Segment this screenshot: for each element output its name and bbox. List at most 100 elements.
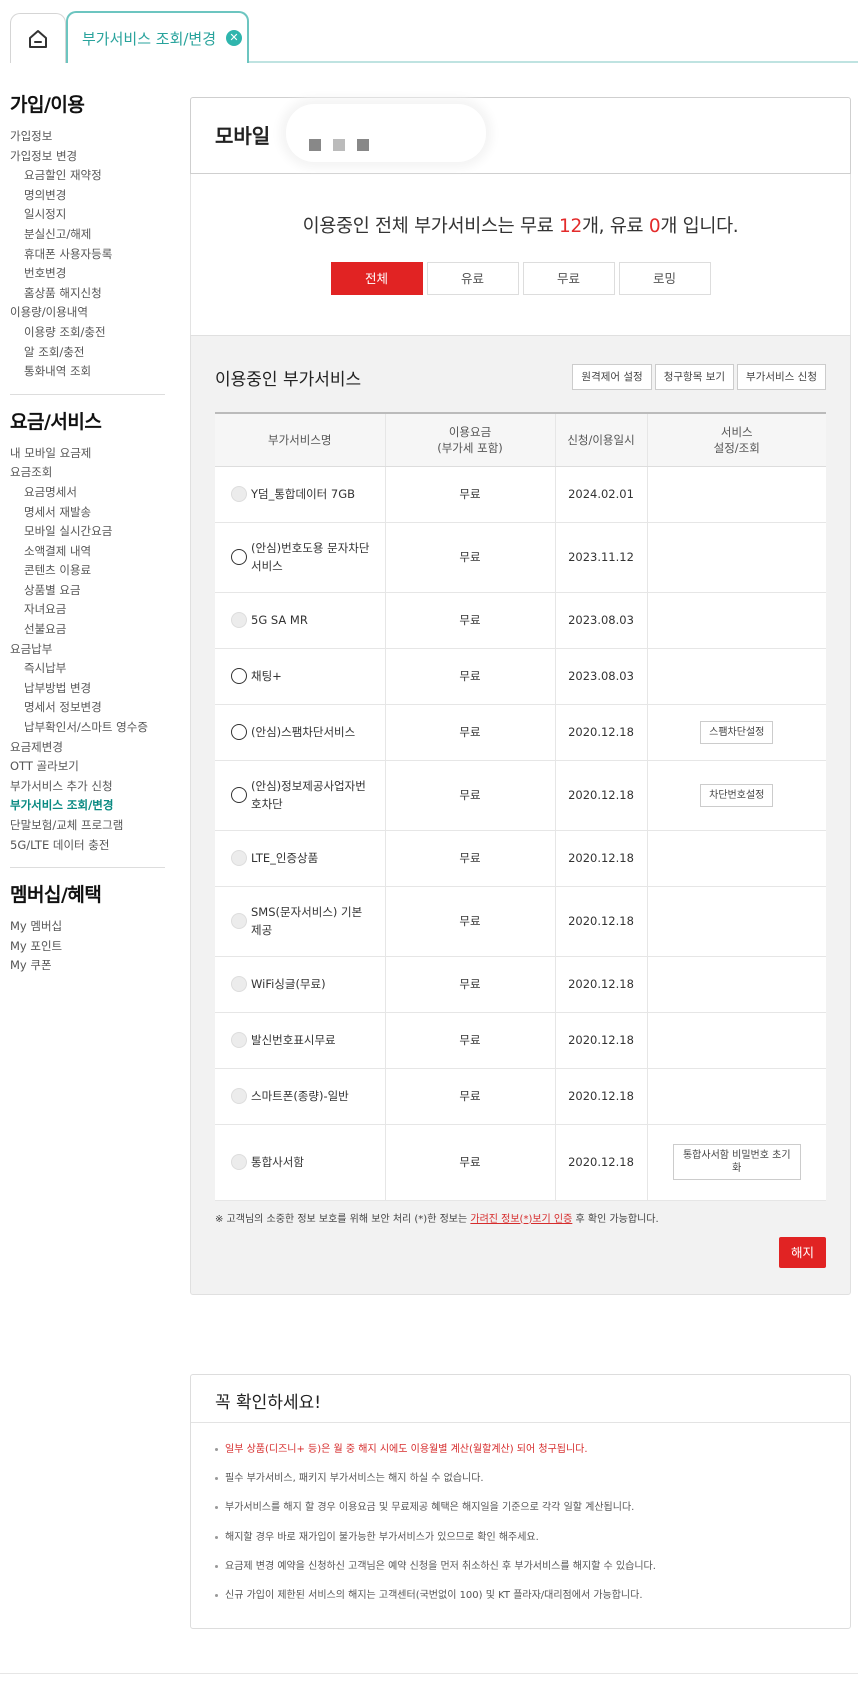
sidebar-item[interactable]: 부가서비스 조회/변경: [10, 796, 165, 816]
sidebar-item[interactable]: 납부방법 변경: [10, 679, 165, 699]
sidebar-item[interactable]: 납부확인서/스마트 영수증: [10, 718, 165, 738]
service-date: 2020.12.18: [555, 1012, 648, 1069]
service-action-cell: [647, 1012, 826, 1069]
notice-item: 요금제 변경 예약을 신청하신 고객님은 예약 신청을 먼저 취소하신 후 부가…: [215, 1560, 826, 1589]
sidebar-item[interactable]: 요금명세서: [10, 483, 165, 503]
column-header: 서비스 설정/조회: [647, 413, 826, 467]
sidebar-item[interactable]: My 쿠폰: [10, 956, 165, 976]
service-radio[interactable]: [231, 724, 247, 740]
service-fee: 무료: [385, 830, 556, 887]
sidebar-item[interactable]: 요금납부: [10, 640, 165, 660]
sidebar-item[interactable]: 요금조회: [10, 463, 165, 483]
sidebar-item[interactable]: 번호변경: [10, 264, 165, 284]
table-row: 통합사서함 무료 2020.12.18 통합사서함 비밀번호 초기화: [215, 1124, 826, 1201]
sidebar-item[interactable]: 소액결제 내역: [10, 542, 165, 562]
list-action-button[interactable]: 청구항목 보기: [654, 364, 735, 390]
sidebar-item[interactable]: 가입정보: [10, 127, 165, 147]
filter-tab[interactable]: 유료: [426, 262, 519, 295]
service-name-cell: 스마트폰(종량)-일반: [215, 1068, 386, 1125]
service-setting-button[interactable]: 스팸차단설정: [700, 720, 774, 744]
sidebar-item[interactable]: 명세서 재발송: [10, 503, 165, 523]
service-name: SMS(문자서비스) 기본제공: [251, 905, 363, 937]
list-action-button[interactable]: 원격제어 설정: [572, 364, 652, 390]
table-row: 5G SA MR 무료 2023.08.03: [215, 592, 826, 649]
close-icon[interactable]: ✕: [226, 30, 243, 46]
service-name-cell: 발신번호표시무료: [215, 1012, 386, 1069]
service-radio: [231, 1154, 247, 1170]
service-date: 2020.12.18: [555, 956, 648, 1013]
sidebar-item[interactable]: 통화내역 조회: [10, 362, 165, 382]
list-action-button[interactable]: 부가서비스 신청: [737, 364, 826, 390]
tab-service-lookup[interactable]: 부가서비스 조회/변경 ✕: [66, 11, 249, 63]
service-radio[interactable]: [231, 549, 247, 565]
sidebar-item[interactable]: 휴대폰 사용자등록: [10, 245, 165, 265]
sidebar-section-title: 요금/서비스: [10, 410, 102, 433]
service-radio: [231, 976, 247, 992]
masked-info-auth-link[interactable]: 가려진 정보(*)보기 인증: [470, 1214, 572, 1225]
service-radio[interactable]: [231, 668, 247, 684]
sidebar-item[interactable]: 즉시납부: [10, 659, 165, 679]
service-setting-button[interactable]: 통합사서함 비밀번호 초기화: [672, 1144, 801, 1180]
sidebar-item[interactable]: 분실신고/해제: [10, 225, 165, 245]
service-radio[interactable]: [231, 787, 247, 803]
cancel-wrap: 해지: [215, 1236, 826, 1268]
table-row: 스마트폰(종량)-일반 무료 2020.12.18: [215, 1068, 826, 1125]
table-body: Y덤_통합데이터 7GB 무료 2024.02.01 (안심)번호도용 문자차단서비스…: [215, 466, 826, 1201]
sidebar-item[interactable]: 내 모바일 요금제: [10, 444, 165, 464]
service-name-cell: Y덤_통합데이터 7GB: [215, 466, 386, 523]
sidebar-item[interactable]: 명의변경: [10, 186, 165, 206]
sidebar-section-title: 멤버십/혜택: [10, 884, 102, 907]
filter-tab[interactable]: 전체: [330, 262, 423, 295]
sidebar-item[interactable]: 일시정지: [10, 205, 165, 225]
filter-tabs: 전체 유료 무료 로밍: [191, 262, 850, 295]
home-tab[interactable]: [10, 13, 66, 63]
service-name-cell: 채팅+: [215, 648, 386, 705]
sidebar-item[interactable]: 선불요금: [10, 620, 165, 640]
sidebar-item[interactable]: 모바일 실시간요금: [10, 522, 165, 542]
service-name-cell: LTE_인증상품: [215, 830, 386, 887]
sidebar-divider: [10, 393, 165, 395]
cancel-service-button[interactable]: 해지: [779, 1236, 826, 1268]
sidebar-item[interactable]: 콘텐츠 이용료: [10, 561, 165, 581]
sidebar-item[interactable]: 단말보험/교체 프로그램: [10, 816, 165, 836]
service-setting-button[interactable]: 차단번호설정: [700, 783, 774, 807]
filter-tab[interactable]: 로밍: [618, 262, 711, 295]
notice-box: 꼭 확인하세요! 일부 상품(디즈니+ 등)은 월 중 해지 시에도 이용월별 …: [190, 1374, 851, 1629]
sidebar-item[interactable]: My 포인트: [10, 937, 165, 957]
sidebar-item[interactable]: 이용량/이용내역: [10, 303, 165, 323]
service-list-area: 이용중인 부가서비스 원격제어 설정 청구항목 보기 부가서비스 신청 부가서비스명…: [190, 335, 851, 1295]
service-action-cell: [647, 830, 826, 887]
mobile-header: 모바일: [190, 97, 851, 174]
sidebar-item[interactable]: OTT 골라보기: [10, 757, 165, 777]
sidebar-item[interactable]: My 멤버십: [10, 917, 165, 937]
sidebar-item[interactable]: 부가서비스 추가 신청: [10, 777, 165, 797]
table-row: SMS(문자서비스) 기본제공 무료 2020.12.18: [215, 886, 826, 957]
sidebar-item[interactable]: 홈상품 해지신청: [10, 284, 165, 304]
service-action-cell: 통합사서함 비밀번호 초기화: [647, 1124, 826, 1201]
service-action-cell: [647, 466, 826, 523]
tab-bar: 부가서비스 조회/변경 ✕: [0, 0, 858, 63]
service-fee: 무료: [385, 522, 556, 593]
sidebar-section-title: 가입/이용: [10, 94, 85, 116]
sidebar-item[interactable]: 가입정보 변경: [10, 147, 165, 167]
notice-item: 필수 부가서비스, 패키지 부가서비스는 해지 하실 수 없습니다.: [215, 1472, 826, 1501]
sidebar-item[interactable]: 이용량 조회/충전: [10, 323, 165, 343]
service-name-cell: (안심)스팸차단서비스: [215, 704, 386, 761]
sidebar-item[interactable]: 명세서 정보변경: [10, 698, 165, 718]
table-row: Y덤_통합데이터 7GB 무료 2024.02.01: [215, 466, 826, 523]
service-fee: 무료: [385, 1012, 556, 1069]
sidebar-item[interactable]: 5G/LTE 데이터 충전: [10, 836, 165, 856]
summary-text: 이용중인 전체 부가서비스는 무료 12개, 유료 0개 입니다.: [302, 216, 739, 237]
security-notice: ※ 고객님의 소중한 정보 보호를 위해 보안 처리 (*)한 정보는 가려진 …: [215, 1213, 659, 1225]
sidebar-item[interactable]: 요금할인 재약정: [10, 166, 165, 186]
notice-item: 일부 상품(디즈니+ 등)은 월 중 해지 시에도 이용월별 계산(월할계산) …: [215, 1443, 826, 1472]
service-radio: [231, 1032, 247, 1048]
sidebar-item[interactable]: 자녀요금: [10, 600, 165, 620]
sidebar-item[interactable]: 알 조회/충전: [10, 343, 165, 363]
service-date: 2020.12.18: [555, 830, 648, 887]
sidebar-list: My 멤버십 My 포인트 My 쿠폰: [10, 917, 165, 976]
sidebar-item[interactable]: 요금제변경: [10, 738, 165, 758]
column-header: 신청/이용일시: [555, 413, 648, 467]
filter-tab[interactable]: 무료: [522, 262, 615, 295]
sidebar-item[interactable]: 상품별 요금: [10, 581, 165, 601]
